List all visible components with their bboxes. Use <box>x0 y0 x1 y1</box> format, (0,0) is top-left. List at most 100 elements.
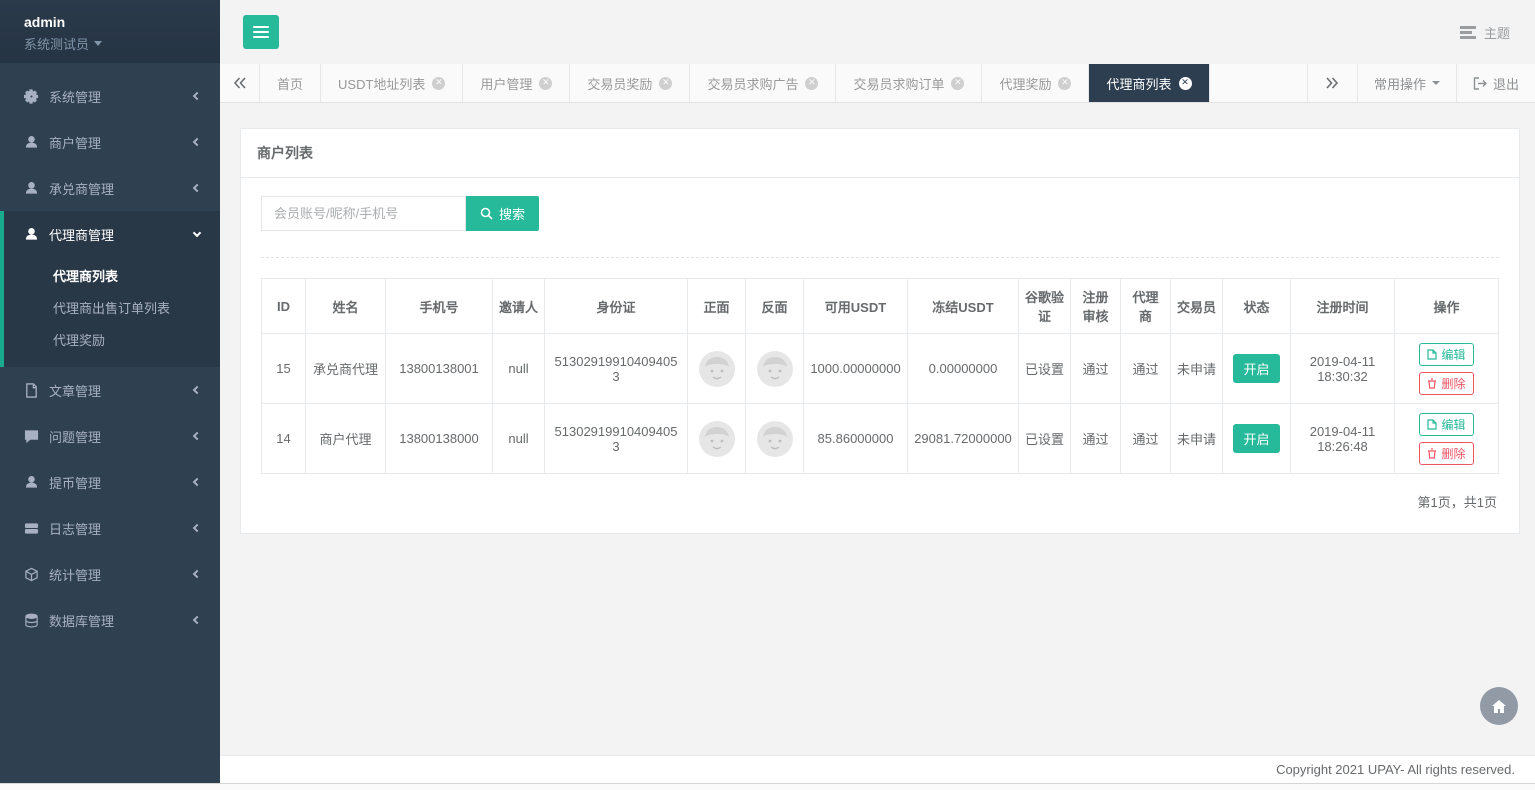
tab-close-icon[interactable]: ✕ <box>805 77 818 90</box>
tab-home[interactable]: 首页 <box>260 64 321 102</box>
id-card-front-image[interactable] <box>699 421 735 457</box>
search-input[interactable] <box>261 196 466 231</box>
edit-button[interactable]: 编辑 <box>1419 413 1473 436</box>
sidebar-item-label: 提币管理 <box>49 473 101 492</box>
column-header-register-audit: 注册审核 <box>1071 279 1121 334</box>
app-root: admin 系统测试员 系统管理 商户管理 <box>0 0 1535 790</box>
dashed-divider <box>261 257 1499 258</box>
cell-idcard-back <box>746 404 804 474</box>
sidebar-toggle-button[interactable] <box>243 15 279 49</box>
sidebar-item-log[interactable]: 日志管理 <box>0 505 220 551</box>
tab-agent-reward[interactable]: 代理奖励 ✕ <box>982 64 1089 102</box>
user-role-label: 系统测试员 <box>24 34 89 53</box>
id-card-back-image[interactable] <box>757 421 793 457</box>
edit-icon <box>1427 419 1437 430</box>
cell-register-time: 2019-04-11 18:26:48 <box>1291 404 1395 474</box>
id-card-front-image[interactable] <box>699 351 735 387</box>
cell-trader: 未申请 <box>1171 404 1223 474</box>
common-actions-label: 常用操作 <box>1374 74 1426 93</box>
tab-usdt-address-list[interactable]: USDT地址列表✕ <box>321 64 463 102</box>
theme-switcher[interactable]: 主题 <box>1460 23 1510 42</box>
delete-button[interactable]: 删除 <box>1419 372 1473 395</box>
double-chevron-right-icon <box>1325 77 1339 89</box>
home-icon <box>1491 699 1507 714</box>
cell-available-usdt: 85.86000000 <box>804 404 908 474</box>
sidebar-subitem-agent-reward[interactable]: 代理奖励 <box>4 325 220 357</box>
chevron-left-icon <box>193 432 201 440</box>
top-bar: 主题 <box>220 0 1535 64</box>
column-header-phone: 手机号 <box>386 279 493 334</box>
sidebar-subitem-label: 代理商列表 <box>53 269 118 284</box>
tab-label: 用户管理 <box>480 74 532 93</box>
footer: Copyright 2021 UPAY- All rights reserved… <box>220 755 1535 783</box>
column-header-id: ID <box>262 279 306 334</box>
tab-close-icon[interactable]: ✕ <box>1179 77 1192 90</box>
column-header-inviter: 邀请人 <box>493 279 545 334</box>
sidebar-subitem-agent-sell-orders[interactable]: 代理商出售订单列表 <box>4 293 220 325</box>
cell-register-audit: 通过 <box>1071 404 1121 474</box>
tab-label: 代理奖励 <box>999 74 1051 93</box>
sidebar-item-label: 日志管理 <box>49 519 101 538</box>
sidebar-item-question[interactable]: 问题管理 <box>0 413 220 459</box>
common-actions-dropdown[interactable]: 常用操作 <box>1357 64 1456 102</box>
column-header-trader: 交易员 <box>1171 279 1223 334</box>
chevron-left-icon <box>193 138 201 146</box>
sidebar-item-agent[interactable]: 代理商管理 <box>0 211 220 257</box>
tab-close-icon[interactable]: ✕ <box>432 77 445 90</box>
cell-status: 开启 <box>1223 334 1291 404</box>
sidebar-item-merchant[interactable]: 商户管理 <box>0 119 220 165</box>
sidebar-item-acceptor[interactable]: 承兑商管理 <box>0 165 220 211</box>
tab-trader-buy-orders[interactable]: 交易员求购订单✕ <box>836 64 982 102</box>
column-header-actions: 操作 <box>1395 279 1499 334</box>
tab-close-icon[interactable]: ✕ <box>659 77 672 90</box>
delete-button-label: 删除 <box>1441 375 1465 392</box>
sign-out-icon <box>1473 77 1487 90</box>
sidebar-item-label: 数据库管理 <box>49 611 114 630</box>
search-row: 搜索 <box>261 196 1499 231</box>
sidebar-item-withdraw[interactable]: 提币管理 <box>0 459 220 505</box>
sidebar-item-label: 系统管理 <box>49 87 101 106</box>
column-header-name: 姓名 <box>306 279 386 334</box>
edit-icon <box>1427 349 1437 360</box>
logout-button[interactable]: 退出 <box>1456 64 1535 102</box>
back-home-button[interactable] <box>1480 687 1518 725</box>
tab-bar: 首页 USDT地址列表✕ 用户管理 ✕ 交易员奖励✕ 交易员求购广告 ✕ 交易员求购… <box>220 64 1535 103</box>
id-card-back-image[interactable] <box>757 351 793 387</box>
column-header-available-usdt: 可用USDT <box>804 279 908 334</box>
search-button[interactable]: 搜索 <box>466 196 539 231</box>
edit-button[interactable]: 编辑 <box>1419 343 1473 366</box>
search-icon <box>480 207 493 220</box>
cell-phone: 13800138001 <box>386 334 493 404</box>
tab-user-management[interactable]: 用户管理 ✕ <box>463 64 570 102</box>
tab-trader-reward[interactable]: 交易员奖励✕ <box>570 64 690 102</box>
tab-close-icon[interactable]: ✕ <box>539 77 552 90</box>
sidebar-item-database[interactable]: 数据库管理 <box>0 597 220 643</box>
tabs-scroll-right-button[interactable] <box>1307 64 1357 102</box>
username: admin <box>24 14 196 30</box>
column-header-register-time: 注册时间 <box>1291 279 1395 334</box>
tab-label: 首页 <box>277 74 303 93</box>
sidebar-item-label: 统计管理 <box>49 565 101 584</box>
sidebar-item-statistics[interactable]: 统计管理 <box>0 551 220 597</box>
sidebar-subitem-label: 代理商出售订单列表 <box>53 301 170 316</box>
server-icon <box>24 521 39 536</box>
sidebar-item-label: 承兑商管理 <box>49 179 114 198</box>
sidebar-subitem-agent-list[interactable]: 代理商列表 <box>4 261 220 293</box>
tab-trader-buy-ads[interactable]: 交易员求购广告 ✕ <box>690 64 836 102</box>
status-toggle-button[interactable]: 开启 <box>1233 424 1279 453</box>
sidebar-item-article[interactable]: 文章管理 <box>0 367 220 413</box>
cell-register-audit: 通过 <box>1071 334 1121 404</box>
status-toggle-button[interactable]: 开启 <box>1233 354 1279 383</box>
tab-agent-list[interactable]: 代理商列表✕ <box>1089 64 1209 102</box>
tab-close-icon[interactable]: ✕ <box>951 77 964 90</box>
user-icon <box>24 135 39 150</box>
chevron-left-icon <box>193 616 201 624</box>
sidebar-item-label: 问题管理 <box>49 427 101 446</box>
user-role-dropdown[interactable]: 系统测试员 <box>24 34 196 53</box>
delete-button[interactable]: 删除 <box>1419 442 1473 465</box>
merchant-list-panel: 商户列表 搜索 <box>240 128 1520 534</box>
tab-close-icon[interactable]: ✕ <box>1058 77 1071 90</box>
tabs-scroll-left-button[interactable] <box>220 64 260 102</box>
sidebar-item-system[interactable]: 系统管理 <box>0 73 220 119</box>
tab-label: 交易员求购广告 <box>707 74 798 93</box>
